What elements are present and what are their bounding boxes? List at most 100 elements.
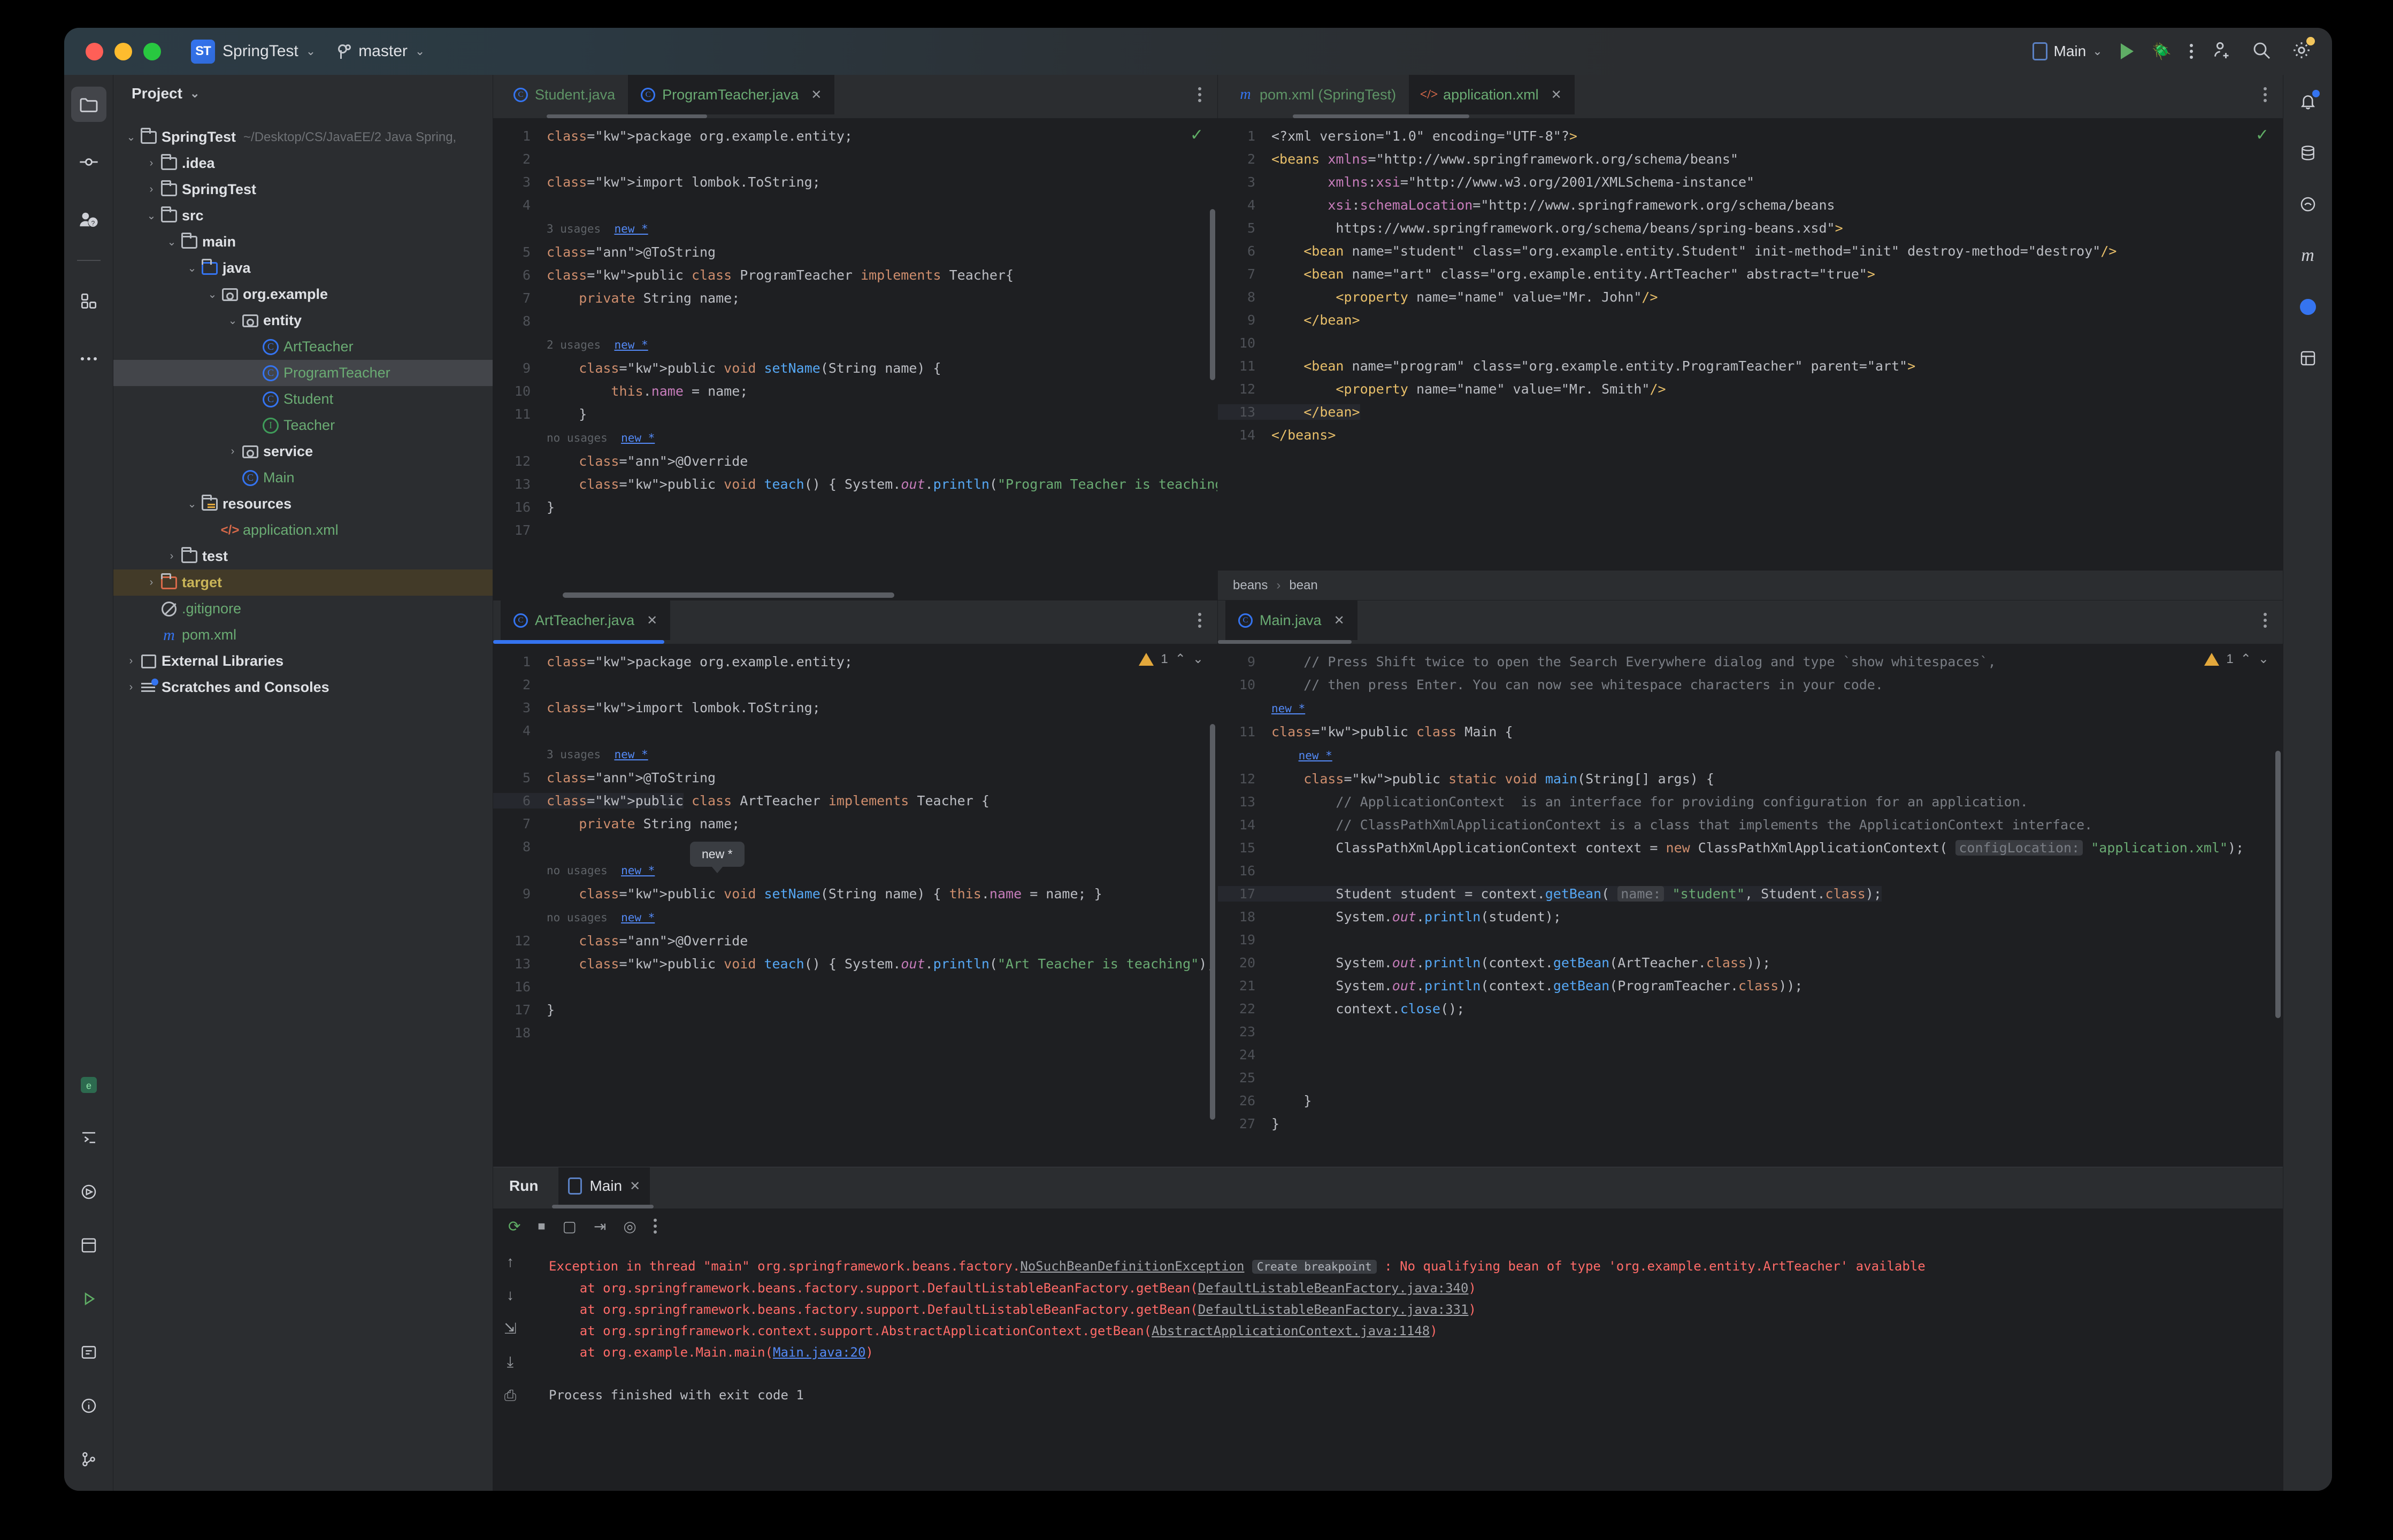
chevron-down-icon[interactable]: ⌄ <box>190 87 200 101</box>
tree-expand-arrow[interactable]: › <box>164 550 180 563</box>
close-icon[interactable]: ✕ <box>630 1179 640 1194</box>
tree-expand-arrow[interactable]: ⌄ <box>184 261 200 275</box>
settings-gear-icon[interactable] <box>2290 36 2315 64</box>
structure-tool-icon[interactable] <box>71 283 106 319</box>
run-more-actions-button[interactable] <box>653 1219 657 1234</box>
close-icon[interactable]: ✕ <box>647 613 657 628</box>
tree-item-resources[interactable]: ⌄ resources <box>113 491 493 517</box>
tree-expand-arrow[interactable]: › <box>143 157 159 170</box>
next-problem-button[interactable]: ⌄ <box>1193 651 1203 667</box>
tabbar-bottom-left[interactable]: C ArtTeacher.java ✕ <box>493 600 1217 640</box>
editor-tab-artteacher-java[interactable]: C ArtTeacher.java ✕ <box>501 600 671 640</box>
editor-tab-student-java[interactable]: C Student.java <box>501 75 628 114</box>
branch-selector[interactable]: master ⌄ <box>337 42 425 60</box>
code-editor-program-teacher[interactable]: ✓ 1 class="kw">package org.example.entity… <box>493 118 1217 600</box>
close-window-button[interactable] <box>86 42 103 60</box>
problems-tool-icon[interactable] <box>71 1335 106 1370</box>
tree-expand-arrow[interactable]: ⌄ <box>225 314 241 327</box>
tree-item-student[interactable]: C Student <box>113 386 493 412</box>
window-controls[interactable] <box>86 42 161 60</box>
soft-wrap-button[interactable]: ⇲ <box>504 1320 516 1337</box>
tree-item-springtest[interactable]: ⌄ SpringTest ~/Desktop/CS/JavaEE/2 Java Sp… <box>113 124 493 150</box>
code-editor-application-xml[interactable]: ✓ 1 <?xml version="1.0" encoding="UTF-8"?… <box>1218 118 2283 570</box>
inspection-widget-bottom-right[interactable]: 1 ⌃ ⌄ <box>2204 651 2269 667</box>
tree-item-main[interactable]: ⌄ main <box>113 229 493 255</box>
gradle-tool-icon[interactable] <box>2293 189 2323 219</box>
tree-item-springtest[interactable]: › SpringTest <box>113 176 493 203</box>
run-button[interactable] <box>2120 43 2134 59</box>
inspection-widget-top-right[interactable]: ✓ <box>2256 126 2269 144</box>
tree-item-java[interactable]: ⌄ java <box>113 255 493 281</box>
print-button[interactable]: ⎙ <box>504 1387 516 1405</box>
editor-vertical-scrollbar[interactable] <box>1210 209 1215 380</box>
project-tree[interactable]: ⌄ SpringTest ~/Desktop/CS/JavaEE/2 Java Sp… <box>113 112 493 700</box>
close-icon[interactable]: ✕ <box>1551 87 1562 103</box>
code-editor-art-teacher[interactable]: 1 ⌃ ⌄ 1 class="kw">package org.example.en… <box>493 644 1217 1167</box>
editor-options-button[interactable] <box>1198 87 1201 102</box>
editor-horizontal-scrollbar[interactable] <box>563 592 894 598</box>
tree-item-test[interactable]: › test <box>113 543 493 569</box>
xml-breadcrumb[interactable]: beans › bean <box>1218 570 2283 600</box>
tree-item-main[interactable]: C Main <box>113 465 493 491</box>
search-icon[interactable] <box>2251 40 2272 64</box>
tree-expand-arrow[interactable]: › <box>123 655 139 667</box>
more-actions-button[interactable] <box>2190 44 2193 59</box>
tree-expand-arrow[interactable]: › <box>225 445 241 458</box>
prev-problem-button[interactable]: ⌃ <box>1175 651 1186 667</box>
more-tool-windows-icon[interactable] <box>71 341 106 376</box>
add-user-icon[interactable] <box>2211 40 2233 64</box>
tree-expand-arrow[interactable]: ⌄ <box>184 497 200 511</box>
prev-problem-button[interactable]: ⌃ <box>2241 651 2251 667</box>
tree-item-service[interactable]: › service <box>113 438 493 465</box>
tree-expand-arrow[interactable]: › <box>123 681 139 694</box>
ide-logo-icon[interactable]: e <box>71 1067 106 1103</box>
ai-assistant-icon[interactable]: ? <box>71 202 106 237</box>
editor-tab-pom-xml-springtest-[interactable]: m pom.xml (SpringTest) <box>1225 75 1409 114</box>
bean-validation-icon[interactable] <box>2293 343 2323 373</box>
close-icon[interactable]: ✕ <box>811 87 822 103</box>
tree-item-target[interactable]: › target <box>113 569 493 596</box>
tree-item-pom-xml[interactable]: m pom.xml <box>113 622 493 648</box>
rerun-button[interactable]: ⟳ <box>508 1218 520 1235</box>
tree-expand-arrow[interactable]: ⌄ <box>143 209 159 222</box>
editor-vertical-scrollbar[interactable] <box>2275 751 2281 1018</box>
editor-tab-application-xml[interactable]: </> application.xml ✕ <box>1409 75 1575 114</box>
inspection-widget-top-left[interactable]: ✓ <box>1190 126 1203 144</box>
editor-tab-main-java[interactable]: C Main.java ✕ <box>1225 600 1357 640</box>
run-configuration-selector[interactable]: Main ⌄ <box>2032 42 2103 60</box>
minimize-window-button[interactable] <box>114 42 132 60</box>
notifications-bell-icon[interactable] <box>2293 87 2323 117</box>
tree-expand-arrow[interactable]: ⌄ <box>123 130 139 144</box>
next-problem-button[interactable]: ⌄ <box>2258 651 2269 667</box>
screenshot-button[interactable]: ▢ <box>562 1218 576 1235</box>
database-tool-icon[interactable] <box>2293 138 2323 168</box>
run-console[interactable]: Exception in thread "main" org.springfra… <box>527 1244 2283 1491</box>
terminal-tool-icon[interactable] <box>71 1121 106 1156</box>
tree-item-scratches-and-consoles[interactable]: › Scratches and Consoles <box>113 674 493 700</box>
breadcrumb-item-beans[interactable]: beans <box>1233 578 1268 593</box>
project-tool-icon[interactable] <box>71 87 106 122</box>
inspection-widget-bottom-left[interactable]: 1 ⌃ ⌄ <box>1139 651 1203 667</box>
editor-options-button[interactable] <box>2264 87 2267 102</box>
editor-vertical-scrollbar[interactable] <box>1210 724 1215 1120</box>
tree-expand-arrow[interactable]: ⌄ <box>204 288 220 301</box>
debug-button[interactable]: 🪲 <box>2152 42 2172 61</box>
scroll-to-end-button[interactable]: ⤓ <box>507 1353 513 1371</box>
spring-indicator-icon[interactable] <box>2293 292 2323 322</box>
tree-expand-arrow[interactable]: › <box>143 576 159 589</box>
code-editor-main[interactable]: 1 ⌃ ⌄ 9 // Press Shift twice to open the… <box>1218 644 2283 1167</box>
project-selector[interactable]: ST SpringTest ⌄ <box>191 39 316 64</box>
tree-expand-arrow[interactable]: › <box>143 183 159 196</box>
tree-item-entity[interactable]: ⌄ entity <box>113 307 493 334</box>
tree-item-external-libraries[interactable]: › External Libraries <box>113 648 493 674</box>
commit-tool-icon[interactable] <box>71 144 106 180</box>
export-button[interactable]: ⇥ <box>594 1218 606 1235</box>
tree-item--gitignore[interactable]: .gitignore <box>113 596 493 622</box>
tree-item-application-xml[interactable]: </> application.xml <box>113 517 493 543</box>
editor-options-button[interactable] <box>1198 613 1201 628</box>
scroll-up-button[interactable]: ↑ <box>507 1253 514 1270</box>
tree-expand-arrow[interactable]: ⌄ <box>164 235 180 249</box>
profile-button[interactable]: ◎ <box>623 1218 636 1235</box>
build-tool-icon[interactable] <box>71 1228 106 1263</box>
tree-item-org-example[interactable]: ⌄ org.example <box>113 281 493 307</box>
